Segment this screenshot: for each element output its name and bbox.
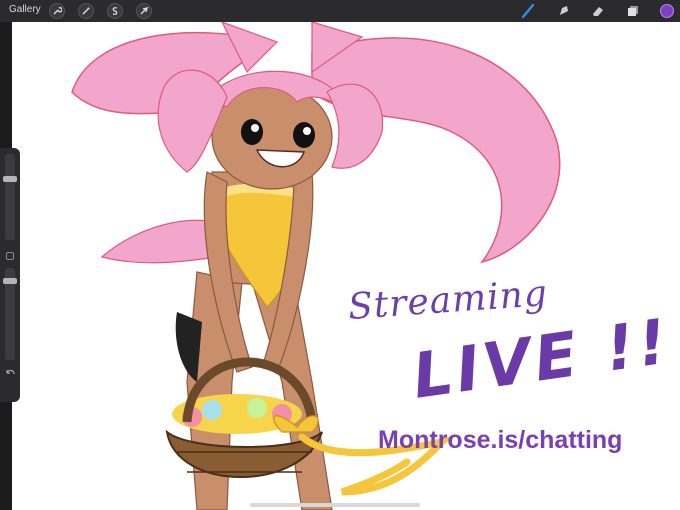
- magic-wand-icon: [82, 7, 90, 15]
- brush-icon: [521, 3, 535, 19]
- wrench-icon: [53, 7, 62, 15]
- left-sidebar: [0, 148, 20, 402]
- brush-size-slider[interactable]: [5, 154, 15, 240]
- eraser-icon: [593, 7, 603, 16]
- transform-button[interactable]: [136, 3, 152, 19]
- transform-arrow-icon: [140, 6, 149, 15]
- url-text: Montrose.is/chatting: [378, 426, 623, 454]
- top-toolbar: Gallery: [0, 0, 680, 22]
- color-picker-button[interactable]: [660, 4, 674, 18]
- hair-side-right: [326, 83, 384, 169]
- undo-icon[interactable]: [4, 368, 16, 378]
- gallery-button[interactable]: Gallery: [9, 4, 41, 15]
- brush-button[interactable]: [520, 3, 536, 19]
- eye-right: [293, 122, 315, 148]
- smudge-button[interactable]: [556, 3, 572, 19]
- selection-s-icon: [112, 7, 118, 15]
- opacity-thumb[interactable]: [3, 278, 17, 284]
- drawing-canvas[interactable]: Streaming LIVE !! Montrose.is/chatting: [12, 22, 680, 510]
- home-indicator[interactable]: [250, 503, 420, 507]
- layers-button[interactable]: [625, 3, 641, 19]
- actions-button[interactable]: [49, 3, 65, 19]
- selection-button[interactable]: [107, 3, 123, 19]
- eraser-button[interactable]: [590, 3, 606, 19]
- smudge-icon: [560, 6, 568, 15]
- adjustments-button[interactable]: [78, 3, 94, 19]
- eye-left: [241, 119, 263, 145]
- layers-icon: [628, 6, 638, 16]
- brush-size-thumb[interactable]: [3, 176, 17, 182]
- modify-button[interactable]: [6, 252, 14, 260]
